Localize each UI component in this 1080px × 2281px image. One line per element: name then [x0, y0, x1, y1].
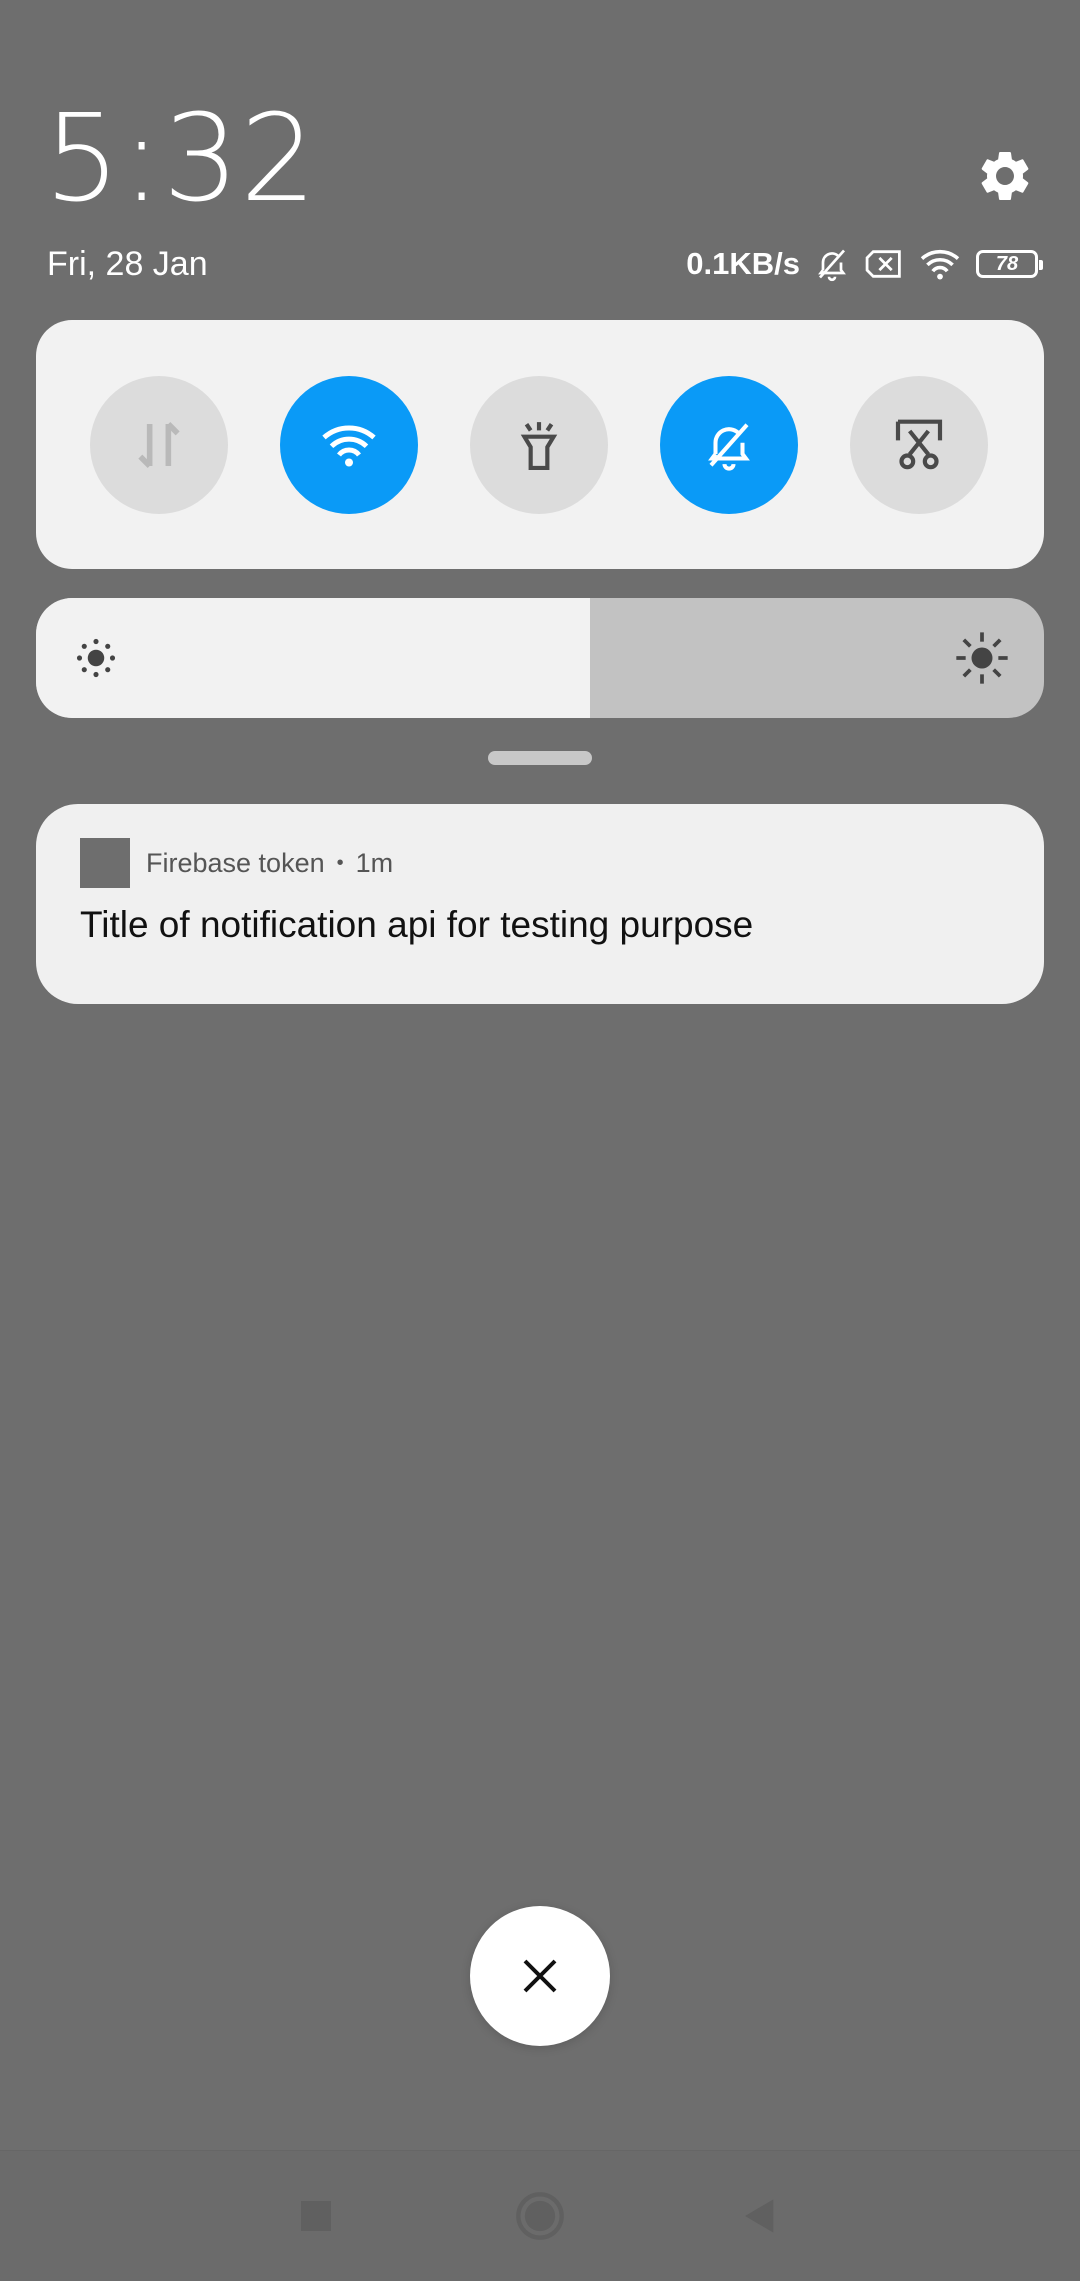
back-triangle-icon [745, 2199, 774, 2233]
bell-muted-icon [818, 249, 846, 282]
tile-flashlight[interactable] [470, 376, 608, 514]
home-circle-icon [516, 2192, 564, 2240]
date-label: Fri, 28 Jan [47, 245, 208, 283]
battery-level: 78 [995, 252, 1019, 275]
tile-wifi[interactable] [280, 376, 418, 514]
status-bar: 0.1KB/s 78 [686, 244, 1043, 284]
notification-card[interactable]: Firebase token • 1m Title of notificatio… [36, 804, 1044, 1004]
notification-app-name: Firebase token [146, 848, 325, 878]
quick-settings-panel [36, 320, 1044, 569]
tile-mobile-data[interactable] [90, 376, 228, 514]
brightness-slider[interactable] [36, 598, 1044, 718]
clock-time: 5:32 [44, 90, 318, 229]
network-speed: 0.1KB/s [686, 246, 800, 281]
home-button[interactable] [510, 2186, 570, 2246]
settings-button[interactable] [975, 146, 1035, 206]
no-sim-icon [865, 250, 901, 278]
notification-time: 1m [355, 848, 394, 878]
wifi-icon [322, 425, 376, 467]
close-icon [523, 1959, 557, 1993]
brightness-low-icon [76, 638, 116, 678]
gear-icon [981, 152, 1029, 200]
notification-separator: • [336, 852, 344, 874]
app-icon [80, 838, 130, 888]
flashlight-icon [520, 422, 558, 470]
back-button[interactable] [730, 2186, 790, 2246]
tile-silent[interactable] [660, 376, 798, 514]
battery-indicator: 78 [976, 250, 1043, 278]
panel-drag-handle[interactable] [488, 751, 592, 765]
screenshot-scissors-icon [895, 419, 943, 470]
notification-title: Title of notification api for testing pu… [80, 904, 754, 945]
wifi-icon [920, 249, 960, 280]
recents-square-icon [301, 2201, 331, 2231]
notification-meta: Firebase token • 1m [146, 846, 393, 880]
brightness-level-fill [36, 598, 591, 718]
mobile-data-icon [138, 422, 180, 468]
bell-muted-icon [708, 423, 750, 471]
brightness-high-icon [956, 632, 1008, 684]
recents-button[interactable] [286, 2186, 346, 2246]
navigation-bar [0, 2150, 1080, 2281]
clear-all-button[interactable] [470, 1906, 610, 2046]
tile-screenshot[interactable] [850, 376, 988, 514]
